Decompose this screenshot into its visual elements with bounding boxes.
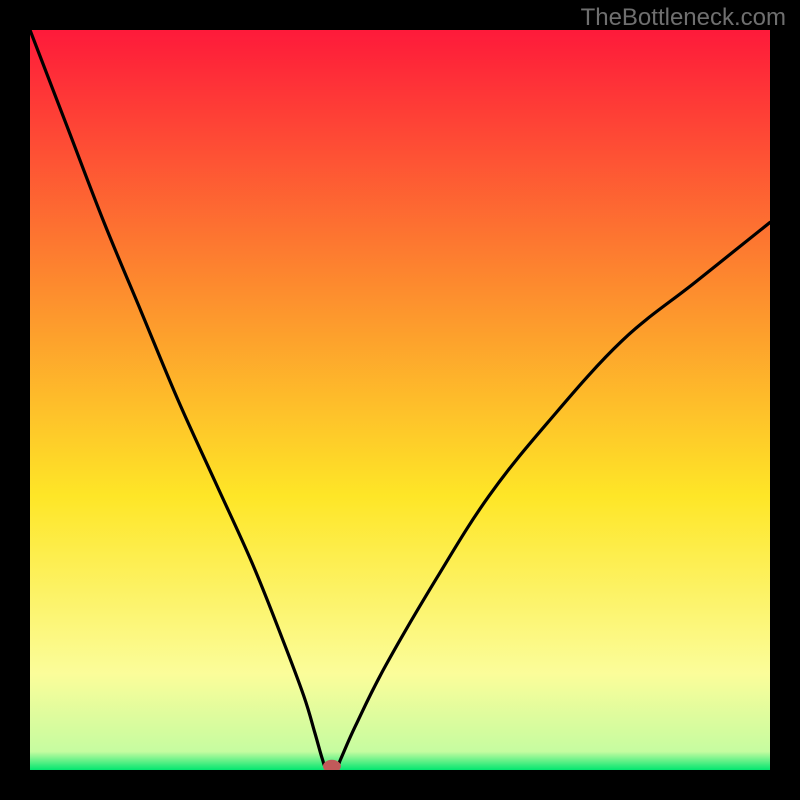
watermark-text: TheBottleneck.com: [581, 4, 786, 32]
chart-frame: TheBottleneck.com: [0, 0, 800, 800]
gradient-background: [30, 30, 770, 770]
plot-svg: [30, 30, 770, 770]
plot-area: [30, 30, 770, 770]
